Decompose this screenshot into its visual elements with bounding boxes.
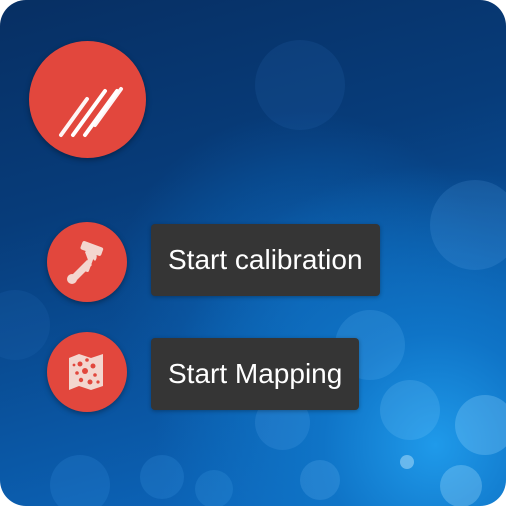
map-icon [69, 354, 103, 390]
start-mapping-fab[interactable] [47, 332, 127, 412]
start-calibration-label[interactable]: Start calibration [151, 224, 380, 296]
calibration-tools-icon [67, 241, 104, 284]
start-mapping-label[interactable]: Start Mapping [151, 338, 360, 410]
speed-dial-screen: Start calibration Start Mapping [0, 0, 506, 506]
hatch-lines-icon [59, 87, 123, 137]
speed-dial-main-button[interactable] [29, 41, 146, 158]
start-calibration-fab[interactable] [47, 222, 127, 302]
